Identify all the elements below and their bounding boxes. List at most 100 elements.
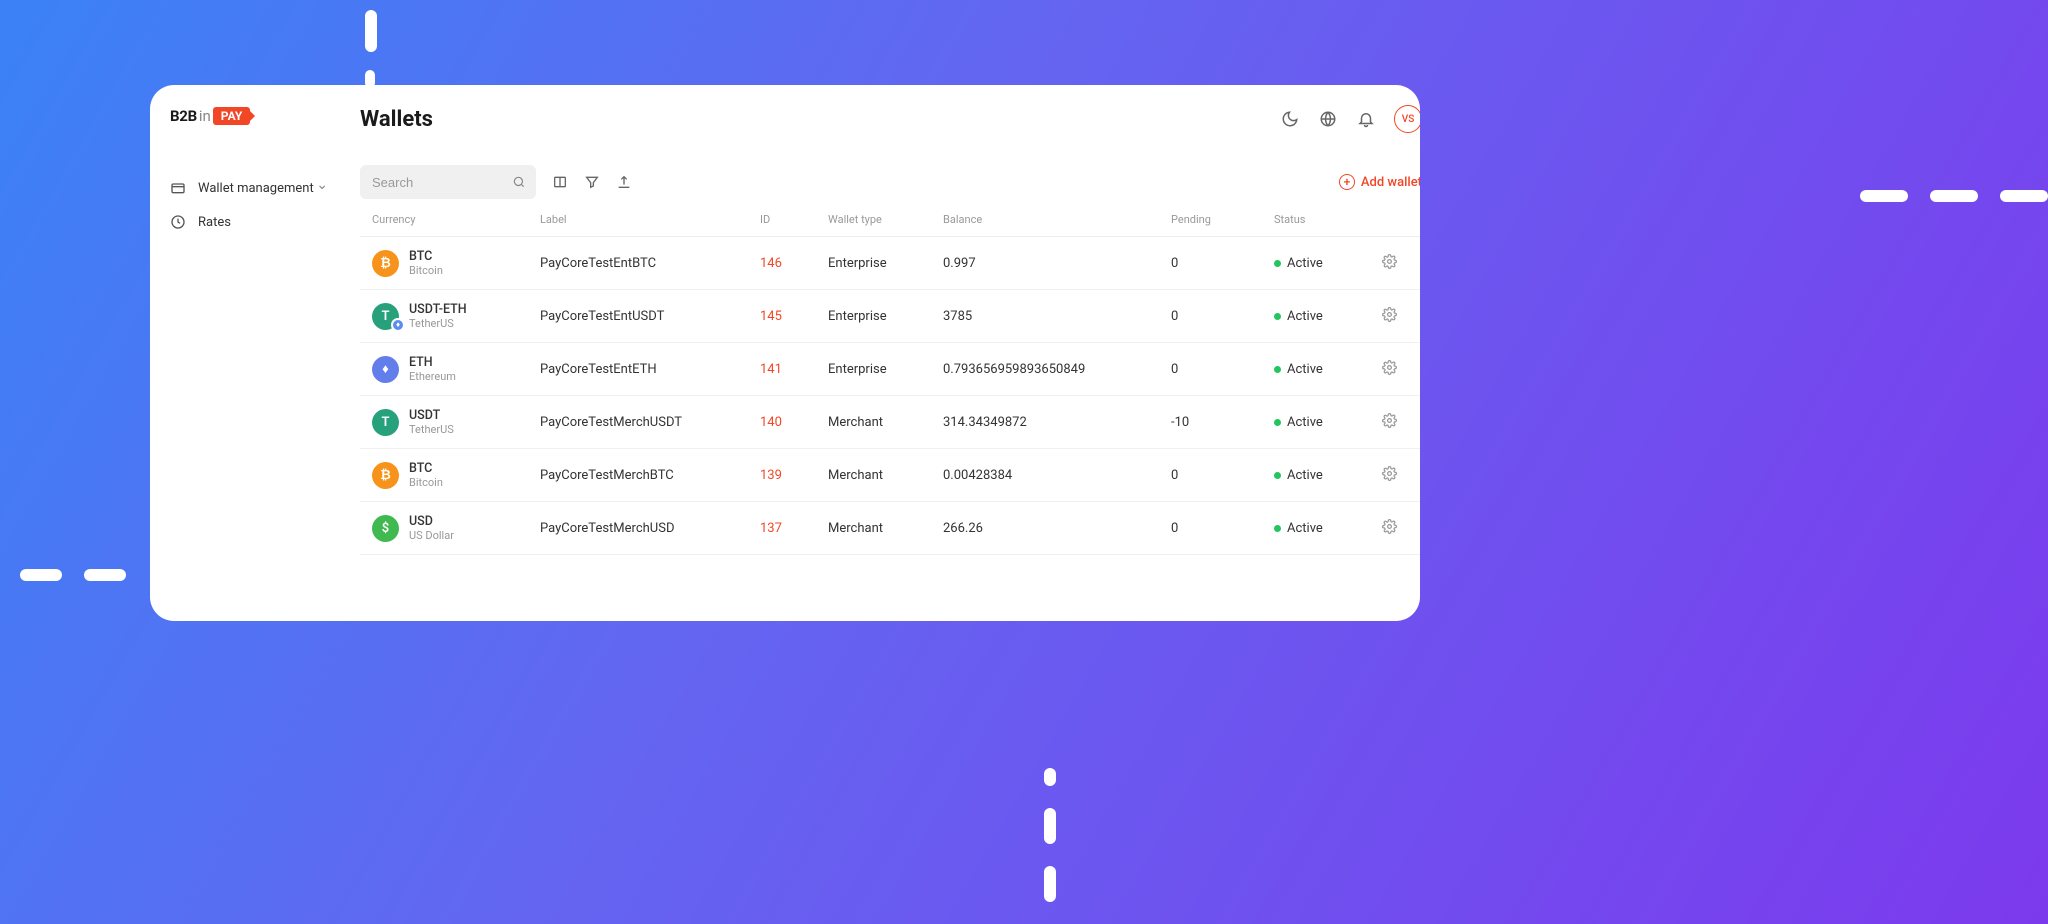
wallet-balance: 0.997: [943, 256, 1171, 271]
wallet-label: PayCoreTestMerchUSDT: [540, 415, 760, 430]
wallet-type: Enterprise: [828, 256, 943, 271]
table-row[interactable]: T USDT TetherUS PayCoreTestMerchUSDT 140…: [360, 396, 1420, 449]
wallet-id: 141: [760, 362, 828, 377]
avatar[interactable]: VS: [1394, 105, 1420, 133]
clock-icon: [170, 214, 186, 230]
sidebar-item-label: Wallet management: [198, 181, 314, 196]
row-settings-button[interactable]: [1382, 360, 1420, 379]
filter-icon[interactable]: [584, 174, 600, 190]
sidebar-item-label: Rates: [198, 215, 231, 230]
coin-icon: T: [372, 409, 399, 436]
coin-name: US Dollar: [409, 529, 454, 542]
row-settings-button[interactable]: [1382, 307, 1420, 326]
columns-icon[interactable]: [552, 174, 568, 190]
currency-cell: T♦ USDT-ETH TetherUS: [372, 302, 540, 330]
add-wallet-label: Add wallet: [1361, 175, 1420, 190]
bell-icon[interactable]: [1356, 109, 1376, 129]
wallet-balance: 0.793656959893650849: [943, 362, 1171, 377]
wallet-type: Enterprise: [828, 362, 943, 377]
table-row[interactable]: ♦ ETH Ethereum PayCoreTestEntETH 141 Ent…: [360, 343, 1420, 396]
logo-in: in: [199, 107, 211, 125]
col-status: Status: [1274, 213, 1382, 226]
table-body: ₿ BTC Bitcoin PayCoreTestEntBTC 146 Ente…: [360, 237, 1420, 555]
coin-icon: ₿: [372, 250, 399, 277]
coin-name: Ethereum: [409, 370, 456, 383]
col-balance: Balance: [943, 213, 1171, 226]
bg-deco: [365, 10, 377, 52]
coin-icon: ♦: [372, 356, 399, 383]
currency-cell: T USDT TetherUS: [372, 408, 540, 436]
wallet-label: PayCoreTestMerchUSD: [540, 521, 760, 536]
wallet-balance: 0.00428384: [943, 468, 1171, 483]
coin-symbol: USD: [409, 514, 454, 529]
row-settings-button[interactable]: [1382, 519, 1420, 538]
coin-symbol: USDT: [409, 408, 454, 423]
col-id: ID: [760, 213, 828, 226]
table-header: Currency Label ID Wallet type Balance Pe…: [360, 213, 1420, 237]
header-row: Wallets VS: [360, 105, 1420, 133]
wallet-icon: [170, 180, 186, 196]
row-settings-button[interactable]: [1382, 413, 1420, 432]
main-content: Wallets VS: [342, 85, 1420, 621]
upload-icon[interactable]: [616, 174, 632, 190]
wallet-balance: 3785: [943, 309, 1171, 324]
wallet-label: PayCoreTestEntETH: [540, 362, 760, 377]
wallet-id: 145: [760, 309, 828, 324]
wallet-label: PayCoreTestMerchBTC: [540, 468, 760, 483]
wallet-status: Active: [1274, 468, 1382, 483]
header-actions: VS: [1280, 105, 1420, 133]
coin-name: Bitcoin: [409, 476, 443, 489]
coin-icon: $: [372, 515, 399, 542]
wallet-pending: -10: [1171, 415, 1274, 430]
col-pending: Pending: [1171, 213, 1274, 226]
status-dot-icon: [1274, 472, 1281, 479]
wallet-status: Active: [1274, 415, 1382, 430]
table-row[interactable]: T♦ USDT-ETH TetherUS PayCoreTestEntUSDT …: [360, 290, 1420, 343]
status-dot-icon: [1274, 366, 1281, 373]
plus-icon: +: [1339, 174, 1355, 190]
wallet-pending: 0: [1171, 521, 1274, 536]
bg-deco: [20, 569, 126, 581]
wallet-type: Merchant: [828, 521, 943, 536]
currency-cell: $ USD US Dollar: [372, 514, 540, 542]
table-row[interactable]: ₿ BTC Bitcoin PayCoreTestMerchBTC 139 Me…: [360, 449, 1420, 502]
coin-badge-icon: ♦: [391, 318, 405, 332]
wallet-balance: 266.26: [943, 521, 1171, 536]
row-settings-button[interactable]: [1382, 254, 1420, 273]
logo-b2b: B2B: [170, 107, 197, 125]
wallet-id: 146: [760, 256, 828, 271]
logo-pay: PAY: [213, 107, 251, 125]
search-input[interactable]: [360, 165, 536, 199]
wallet-status: Active: [1274, 256, 1382, 271]
bg-deco: [1044, 768, 1056, 924]
col-label: Label: [540, 213, 760, 226]
coin-name: TetherUS: [409, 423, 454, 436]
search-wrap: [360, 165, 536, 199]
wallet-type: Merchant: [828, 415, 943, 430]
table-row[interactable]: ₿ BTC Bitcoin PayCoreTestEntBTC 146 Ente…: [360, 237, 1420, 290]
currency-cell: ₿ BTC Bitcoin: [372, 249, 540, 277]
coin-symbol: ETH: [409, 355, 456, 370]
wallet-label: PayCoreTestEntUSDT: [540, 309, 760, 324]
add-wallet-button[interactable]: + Add wallet: [1339, 174, 1420, 190]
moon-icon[interactable]: [1280, 109, 1300, 129]
sidebar-item-wallet-management[interactable]: Wallet management: [170, 171, 342, 205]
coin-symbol: BTC: [409, 461, 443, 476]
wallet-pending: 0: [1171, 468, 1274, 483]
app-window: B2B in PAY Wallet management Rates Walle…: [150, 85, 1420, 621]
coin-symbol: BTC: [409, 249, 443, 264]
status-dot-icon: [1274, 313, 1281, 320]
sidebar-item-rates[interactable]: Rates: [170, 205, 342, 239]
wallet-label: PayCoreTestEntBTC: [540, 256, 760, 271]
currency-cell: ₿ BTC Bitcoin: [372, 461, 540, 489]
currency-cell: ♦ ETH Ethereum: [372, 355, 540, 383]
search-icon: [512, 174, 526, 188]
coin-name: TetherUS: [409, 317, 467, 330]
col-wallet-type: Wallet type: [828, 213, 943, 226]
toolbar-left: [360, 165, 632, 199]
globe-icon[interactable]: [1318, 109, 1338, 129]
table-row[interactable]: $ USD US Dollar PayCoreTestMerchUSD 137 …: [360, 502, 1420, 555]
sidebar: B2B in PAY Wallet management Rates: [150, 85, 342, 621]
row-settings-button[interactable]: [1382, 466, 1420, 485]
bg-deco: [1860, 190, 2048, 202]
